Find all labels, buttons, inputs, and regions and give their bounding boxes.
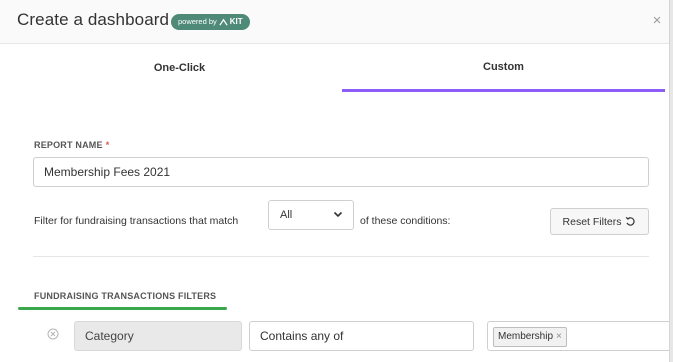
remove-tag-icon[interactable]: × bbox=[556, 328, 562, 346]
match-mode-select[interactable]: All bbox=[268, 200, 354, 230]
report-name-input[interactable]: Membership Fees 2021 bbox=[33, 157, 649, 187]
required-marker: * bbox=[105, 140, 110, 150]
section-divider bbox=[33, 256, 649, 257]
kit-logo-icon bbox=[219, 18, 228, 26]
chevron-down-icon bbox=[333, 211, 343, 218]
filter-operator-select[interactable]: Contains any of bbox=[249, 321, 474, 351]
powered-by-badge: powered by KIT bbox=[171, 14, 250, 30]
filter-field-select[interactable]: Category bbox=[74, 321, 242, 351]
undo-icon bbox=[626, 216, 636, 226]
report-name-label-text: REPORT NAME bbox=[34, 140, 103, 150]
modal-title: Create a dashboard bbox=[17, 10, 170, 29]
mode-tabs: One-Click Custom bbox=[0, 44, 669, 94]
match-suffix-text: of these conditions: bbox=[360, 215, 451, 227]
create-dashboard-modal: Create a dashboard powered by KIT × One-… bbox=[0, 0, 670, 362]
value-tag: Membership × bbox=[493, 327, 567, 347]
reset-filters-button[interactable]: Reset Filters bbox=[550, 208, 649, 235]
badge-prefix: powered by bbox=[178, 17, 217, 26]
filters-section-label: FUNDRAISING TRANSACTIONS FILTERS bbox=[34, 291, 217, 301]
value-tag-label: Membership bbox=[498, 331, 554, 342]
remove-filter-icon[interactable] bbox=[47, 328, 59, 340]
reset-filters-label: Reset Filters bbox=[562, 215, 622, 228]
tab-one-click[interactable]: One-Click bbox=[18, 44, 341, 91]
match-prefix-text: Filter for fundraising transactions that… bbox=[34, 215, 239, 227]
close-icon[interactable]: × bbox=[649, 13, 665, 29]
match-mode-value: All bbox=[280, 209, 293, 221]
filter-values-input[interactable]: Membership × bbox=[487, 321, 669, 351]
modal-header: Create a dashboard powered by KIT × bbox=[0, 0, 669, 44]
report-name-label: REPORT NAME * bbox=[34, 140, 109, 150]
filters-section-underline bbox=[18, 307, 227, 310]
tab-custom[interactable]: Custom bbox=[342, 44, 665, 92]
badge-logo-text: KIT bbox=[229, 17, 243, 26]
